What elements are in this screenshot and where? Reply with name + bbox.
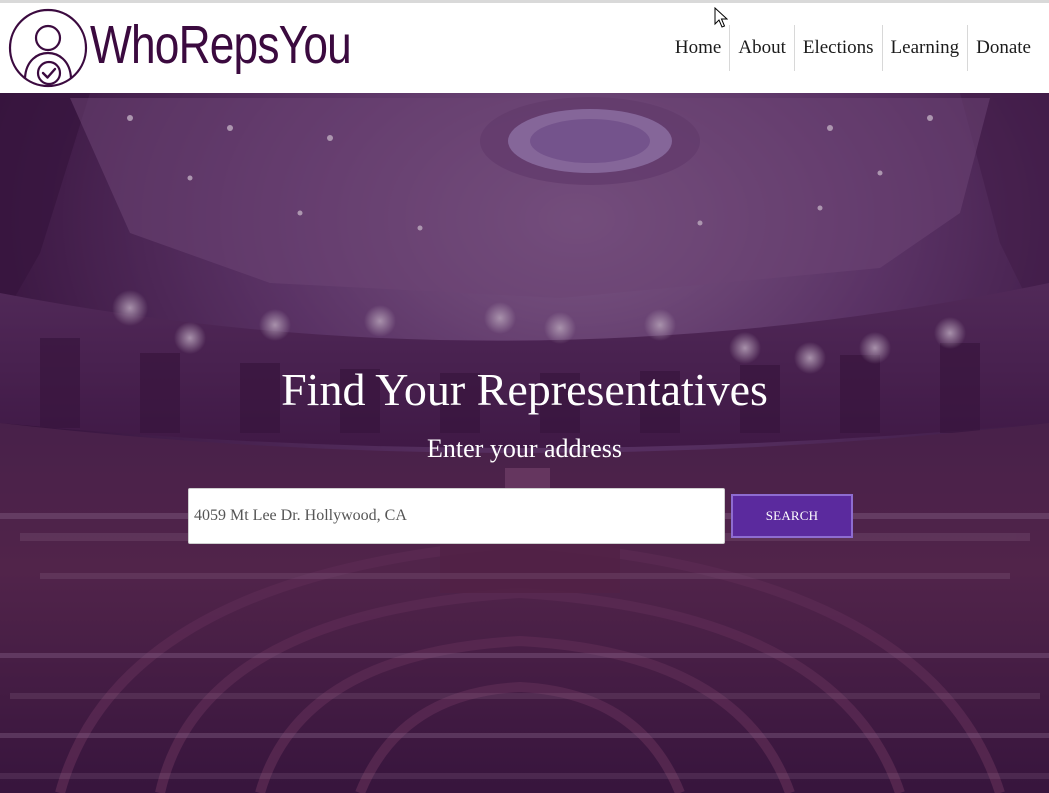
mouse-cursor-icon xyxy=(714,7,728,28)
main-nav: Home About Elections Learning Donate xyxy=(667,25,1039,71)
hero-title: Find Your Representatives xyxy=(281,364,768,415)
hero-subtitle: Enter your address xyxy=(427,434,622,463)
brand-name: WhoRepsYou xyxy=(90,15,352,75)
nav-about[interactable]: About xyxy=(729,25,794,71)
nav-home[interactable]: Home xyxy=(667,25,729,71)
search-button[interactable]: Search xyxy=(731,494,853,538)
hero-content: Find Your Representatives Enter your add… xyxy=(0,93,1049,793)
site-header: WhoRepsYou Home About Elections Learning… xyxy=(0,3,1049,93)
nav-learning[interactable]: Learning xyxy=(881,25,968,71)
address-search-input[interactable] xyxy=(188,488,725,544)
user-check-icon xyxy=(8,8,88,88)
nav-donate[interactable]: Donate xyxy=(967,25,1039,71)
brand-logo-link[interactable]: WhoRepsYou xyxy=(8,8,408,88)
page: WhoRepsYou Home About Elections Learning… xyxy=(0,0,1049,793)
nav-elections[interactable]: Elections xyxy=(793,25,882,71)
hero-section: Find Your Representatives Enter your add… xyxy=(0,93,1049,793)
